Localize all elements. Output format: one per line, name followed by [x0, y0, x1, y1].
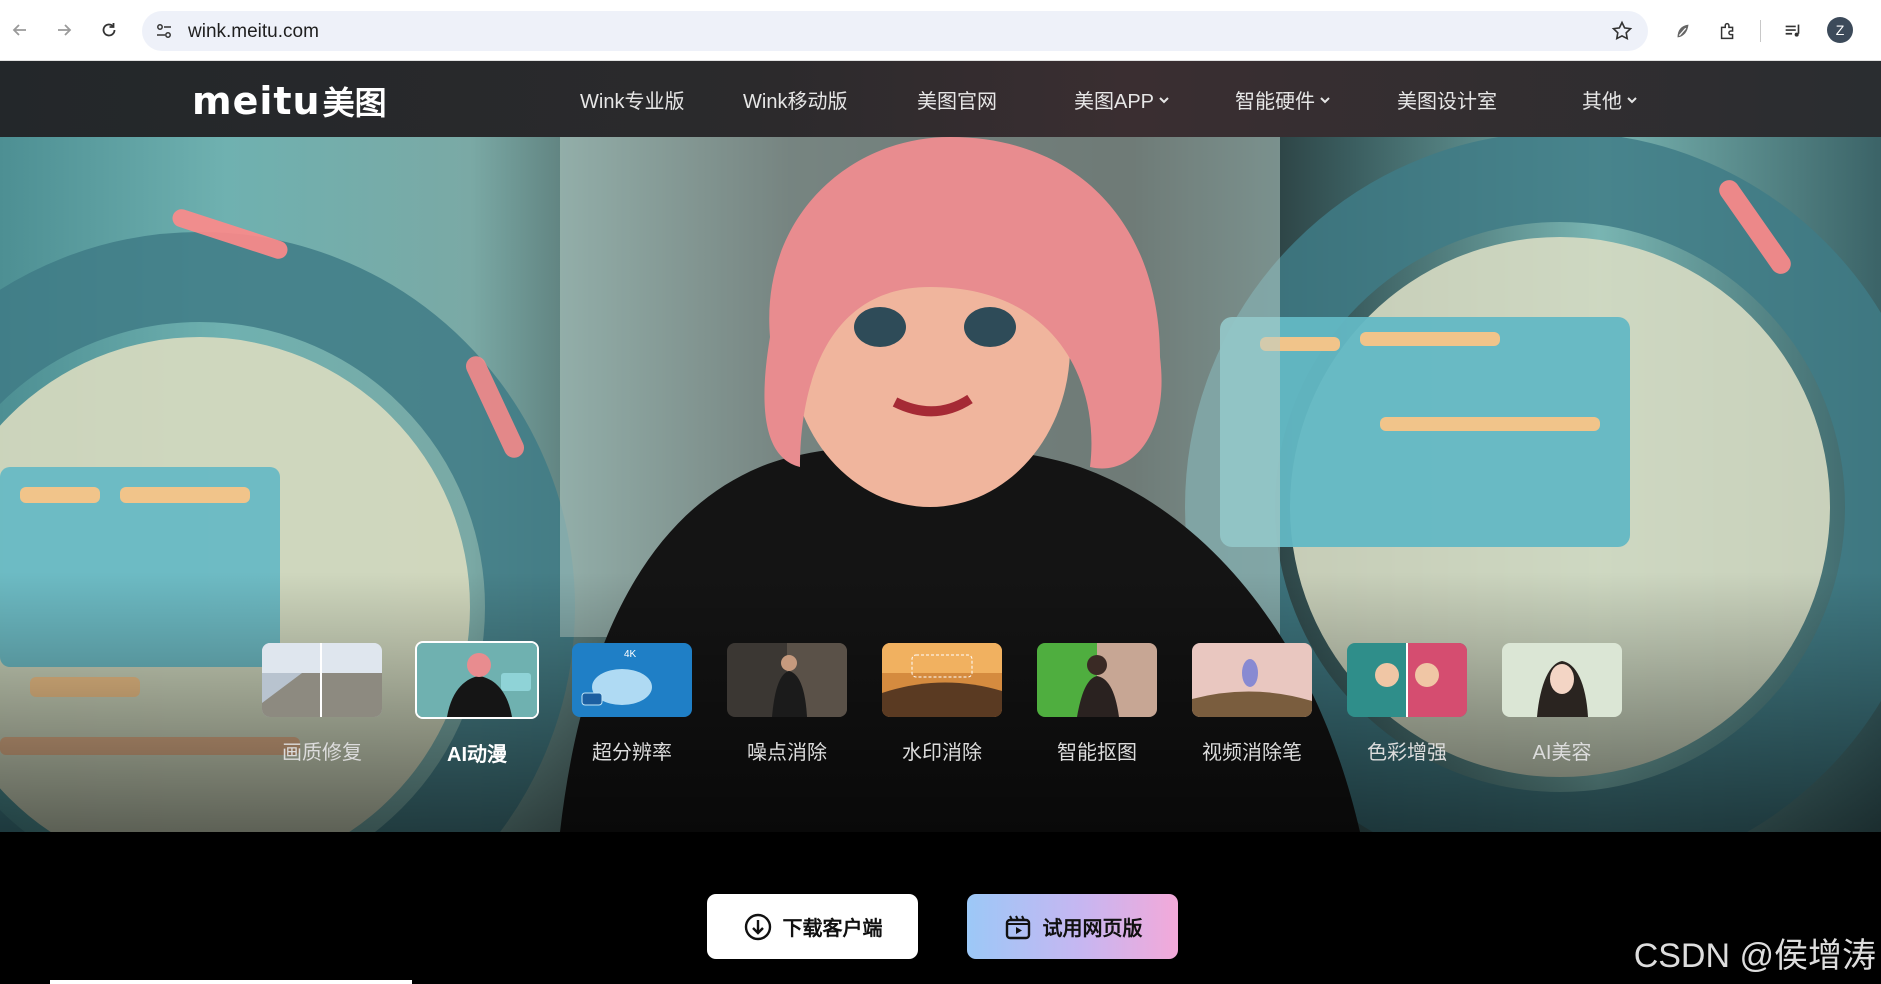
video-play-icon — [1005, 915, 1030, 939]
nav-label: 智能硬件 — [1235, 91, 1315, 113]
hero-banner: 画质修复 AI动漫 4K 超分辨率 噪点消除 水印消除 智能抠图 视频消除笔 色… — [0, 137, 1881, 832]
feature-color-enhance[interactable]: 色彩增强 — [1345, 643, 1469, 765]
nav-label: Wink专业版 — [580, 91, 685, 113]
back-button[interactable] — [4, 14, 36, 46]
feature-thumbnail: 4K — [572, 643, 692, 717]
reload-button[interactable] — [93, 14, 125, 46]
site-info-icon[interactable] — [152, 19, 176, 43]
feature-ai-beauty[interactable]: AI美容 — [1500, 643, 1624, 765]
site-header: meitu 美图 Wink专业版 Wink移动版 美图官网 美图APP 智能硬件… — [0, 61, 1881, 137]
profile-avatar[interactable]: Z — [1827, 17, 1853, 43]
feature-thumb-4k-badge: 4K — [624, 649, 637, 660]
chevron-down-icon — [1627, 96, 1637, 103]
feature-thumbnail — [1037, 643, 1157, 717]
nav-label: 其他 — [1582, 91, 1622, 113]
logo-latin-text: meitu — [192, 79, 321, 123]
web-button-label: 试用网页版 — [1042, 918, 1143, 940]
nav-meitu-official[interactable]: 美图官网 — [917, 85, 997, 114]
feature-denoise[interactable]: 噪点消除 — [725, 643, 849, 765]
nav-smart-hardware[interactable]: 智能硬件 — [1235, 85, 1331, 114]
chevron-down-icon — [1159, 96, 1169, 103]
address-bar[interactable]: wink.meitu.com — [142, 11, 1648, 51]
feature-thumbnail — [727, 643, 847, 717]
feature-thumbnail — [1347, 643, 1467, 717]
chevron-down-icon — [1320, 96, 1330, 103]
extension-leaf-icon[interactable] — [1670, 18, 1696, 44]
feature-label: 超分辨率 — [592, 742, 672, 764]
feature-ai-anime[interactable]: AI动漫 — [415, 641, 539, 767]
bookmark-star-icon[interactable] — [1610, 19, 1634, 43]
forward-button[interactable] — [48, 14, 80, 46]
nav-label: 美图APP — [1074, 91, 1155, 113]
csdn-watermark: CSDN @侯增涛 — [1633, 937, 1876, 975]
nav-wink-pro[interactable]: Wink专业版 — [580, 85, 684, 114]
nav-other[interactable]: 其他 — [1582, 85, 1638, 114]
feature-label: 水印消除 — [902, 742, 982, 764]
feature-label: 画质修复 — [282, 742, 362, 764]
browser-toolbar: wink.meitu.com Z — [0, 0, 1881, 61]
try-web-version-button[interactable]: 试用网页版 — [967, 894, 1178, 959]
nav-wink-mobile[interactable]: Wink移动版 — [743, 85, 847, 114]
nav-label: 美图官网 — [917, 91, 997, 113]
feature-thumbnail — [262, 643, 382, 717]
logo-cjk-text: 美图 — [322, 85, 387, 121]
feature-label: 视频消除笔 — [1202, 742, 1302, 764]
download-client-button[interactable]: 下载客户端 — [707, 894, 918, 959]
feature-label: 色彩增强 — [1367, 742, 1447, 764]
feature-label: AI美容 — [1532, 742, 1592, 764]
feature-quality-restore[interactable]: 画质修复 — [260, 643, 384, 765]
nav-label: 美图设计室 — [1397, 91, 1497, 113]
cta-section: 下载客户端 试用网页版 CSDN @侯增涛 — [0, 832, 1881, 984]
arrow-right-icon — [58, 24, 72, 36]
feature-smart-cutout[interactable]: 智能抠图 — [1035, 643, 1159, 765]
feature-label: 智能抠图 — [1057, 742, 1137, 764]
tab-strip — [0, 0, 1881, 8]
download-icon — [744, 913, 771, 940]
feature-thumbnail — [882, 643, 1002, 717]
nav-label: Wink移动版 — [743, 91, 848, 113]
arrow-left-icon — [12, 24, 26, 36]
meitu-logo[interactable]: meitu 美图 — [192, 78, 387, 123]
scroll-indicator — [50, 980, 412, 984]
feature-label: AI动漫 — [447, 744, 507, 766]
extensions-puzzle-icon[interactable] — [1715, 18, 1741, 44]
feature-label: 噪点消除 — [747, 742, 827, 764]
media-queue-icon[interactable] — [1780, 18, 1806, 44]
feature-video-eraser[interactable]: 视频消除笔 — [1190, 643, 1314, 765]
download-button-label: 下载客户端 — [782, 918, 883, 940]
feature-watermark-removal[interactable]: 水印消除 — [880, 643, 1004, 765]
nav-design-studio[interactable]: 美图设计室 — [1397, 85, 1497, 114]
toolbar-divider — [1760, 20, 1761, 42]
feature-thumbnail — [1192, 643, 1312, 717]
feature-super-resolution[interactable]: 4K 超分辨率 — [570, 643, 694, 765]
url-text[interactable]: wink.meitu.com — [188, 21, 319, 43]
feature-thumbnail — [415, 641, 539, 719]
feature-thumbnail — [1502, 643, 1622, 717]
reload-icon — [102, 23, 116, 37]
nav-meitu-app[interactable]: 美图APP — [1074, 85, 1170, 114]
